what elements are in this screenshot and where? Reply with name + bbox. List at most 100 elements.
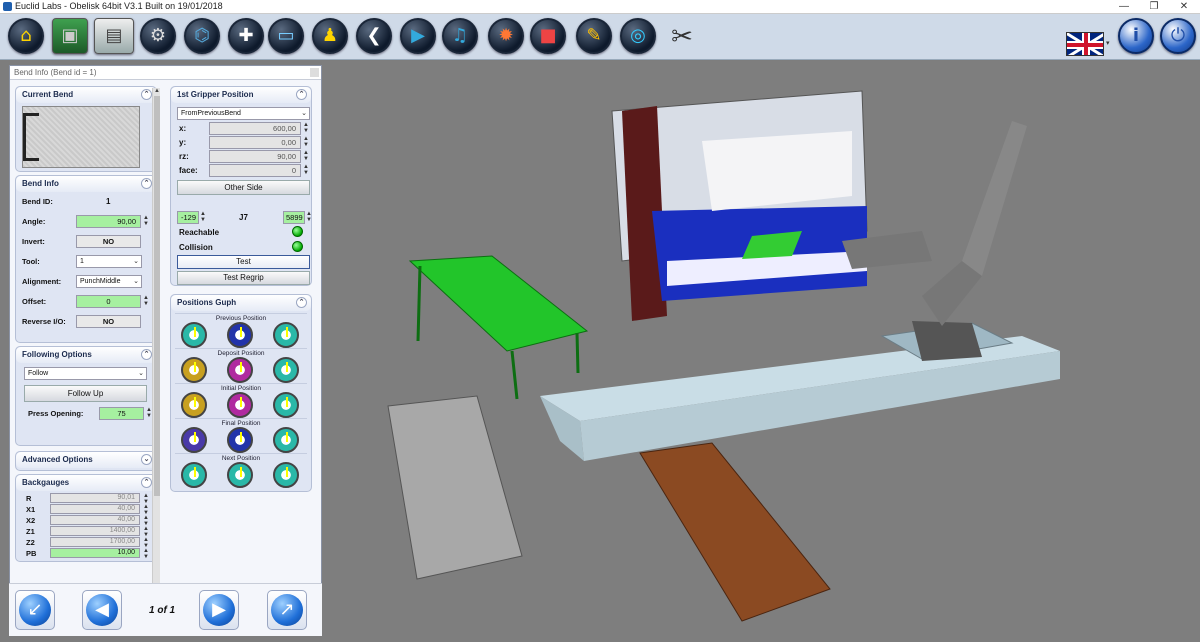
walker-icon[interactable]: ♟ bbox=[312, 18, 348, 54]
folders-icon[interactable]: ▣ bbox=[52, 18, 88, 54]
backgauge-label: R bbox=[26, 494, 32, 503]
previous-bend-button[interactable]: ◀ bbox=[82, 590, 122, 630]
scroll-thumb[interactable] bbox=[154, 96, 160, 496]
advanced-options-header[interactable]: Advanced Options ⌄ bbox=[16, 452, 156, 468]
joint-gauge bbox=[273, 427, 299, 453]
angle-field[interactable]: 90,00 bbox=[76, 215, 141, 228]
angle-stepper[interactable]: ▲ ▼ bbox=[143, 215, 149, 227]
j7-max-stepper[interactable]: ▲ ▼ bbox=[306, 211, 312, 223]
box-icon[interactable]: ■ bbox=[530, 18, 566, 54]
backgauge-value[interactable]: 1400,00 bbox=[50, 526, 140, 536]
gripper-mode-select[interactable]: FromPreviousBend ⌄ bbox=[177, 107, 310, 120]
left-column: Current Bend ⌃ Bend Info ⌃ Bend ID: 1 Angle… bbox=[15, 86, 157, 565]
play-icon[interactable]: ▶ bbox=[400, 18, 436, 54]
collapse-icon[interactable]: ⌃ bbox=[141, 477, 152, 488]
backgauge-row: R 90,01 ▲ ▼ bbox=[16, 493, 156, 505]
following-options-header[interactable]: Following Options ⌃ bbox=[16, 347, 156, 363]
gripper-header[interactable]: 1st Gripper Position ⌃ bbox=[171, 87, 311, 103]
collapse-icon[interactable]: ⌃ bbox=[141, 89, 152, 100]
backgauge-value[interactable]: 10,00 bbox=[50, 548, 140, 558]
backgauge-value[interactable]: 40,00 bbox=[50, 515, 140, 525]
y-stepper[interactable]: ▲ ▼ bbox=[303, 136, 309, 148]
collapse-icon[interactable]: ⌃ bbox=[296, 297, 307, 308]
left-scrollbar[interactable]: ▲▼ bbox=[152, 88, 160, 598]
collapse-icon[interactable]: ⌃ bbox=[296, 89, 307, 100]
follow-up-button[interactable]: Follow Up bbox=[24, 385, 147, 402]
j7-min-stepper[interactable]: ▲ ▼ bbox=[200, 211, 206, 223]
fire-icon[interactable]: ✹ bbox=[488, 18, 524, 54]
gear-part-icon[interactable]: ⚙ bbox=[140, 18, 176, 54]
x-stepper[interactable]: ▲ ▼ bbox=[303, 122, 309, 134]
info-icon[interactable]: i bbox=[1118, 18, 1154, 54]
uk-flag-icon[interactable] bbox=[1066, 32, 1104, 56]
face-stepper[interactable]: ▲ ▼ bbox=[303, 164, 309, 176]
joint-gauge bbox=[181, 462, 207, 488]
positions-graph-header[interactable]: Positions Guph ⌃ bbox=[171, 295, 311, 311]
backgauge-value[interactable]: 90,01 bbox=[50, 493, 140, 503]
first-bend-button[interactable]: ↙ bbox=[15, 590, 55, 630]
backgauge-stepper[interactable]: ▲ ▼ bbox=[143, 548, 149, 560]
panel-close-icon[interactable] bbox=[310, 68, 319, 77]
rz-field[interactable]: 90,00 bbox=[209, 150, 301, 163]
backgauges-header[interactable]: Backgauges ⌃ bbox=[16, 475, 156, 491]
test-button[interactable]: Test bbox=[177, 255, 310, 269]
positions-graph-title: Positions Guph bbox=[177, 298, 237, 307]
joint-gauge bbox=[181, 392, 207, 418]
press-opening-field[interactable]: 75 bbox=[99, 407, 144, 420]
gauge-list: Previous Position Deposit Position Initi… bbox=[171, 311, 311, 488]
scroll-up-icon[interactable]: ▲ bbox=[153, 88, 161, 94]
current-bend-header[interactable]: Current Bend ⌃ bbox=[16, 87, 156, 103]
offset-row: Offset: 0 ▲ ▼ bbox=[16, 292, 156, 312]
tools-icon[interactable]: ✂ bbox=[664, 20, 700, 56]
reverse-toggle[interactable]: NO bbox=[76, 315, 141, 328]
gamepad-icon[interactable]: ✚ bbox=[228, 18, 264, 54]
collapse-icon[interactable]: ⌃ bbox=[141, 178, 152, 189]
radar-icon[interactable]: ◎ bbox=[620, 18, 656, 54]
plug-icon[interactable]: ⏻ bbox=[1160, 18, 1196, 54]
current-bend-title: Current Bend bbox=[22, 90, 74, 99]
rz-label: rz: bbox=[179, 152, 189, 161]
test-regrip-button[interactable]: Test Regrip bbox=[177, 271, 310, 285]
wrench-icon[interactable]: ✎ bbox=[576, 18, 612, 54]
collapse-icon[interactable]: ⌃ bbox=[141, 349, 152, 360]
j7-min-field[interactable]: -129 bbox=[177, 211, 199, 224]
j7-max-field[interactable]: 5899 bbox=[283, 211, 305, 224]
expand-icon[interactable]: ⌄ bbox=[141, 454, 152, 465]
j7-label: J7 bbox=[239, 213, 248, 222]
y-field[interactable]: 0,00 bbox=[209, 136, 301, 149]
bend-arrow-icon[interactable]: ❮ bbox=[356, 18, 392, 54]
other-side-button[interactable]: Other Side bbox=[177, 180, 310, 195]
home-icon[interactable]: ⌂ bbox=[8, 18, 44, 54]
robot-cell-icon[interactable]: ⌬ bbox=[184, 18, 220, 54]
angle-label: Angle: bbox=[22, 217, 46, 226]
backgauge-value[interactable]: 40,00 bbox=[50, 504, 140, 514]
backgauge-value[interactable]: 1700,00 bbox=[50, 537, 140, 547]
gauge-row-deposit: Deposit Position bbox=[175, 348, 307, 383]
gauge-row-previous: Previous Position bbox=[175, 313, 307, 348]
tool-select[interactable]: 1 ⌄ bbox=[76, 255, 142, 268]
positions-graph-box: Positions Guph ⌃ Previous Position Deposi… bbox=[170, 294, 312, 492]
maximize-button[interactable]: ❐ bbox=[1140, 0, 1168, 14]
close-button[interactable]: ✕ bbox=[1170, 0, 1198, 14]
minimize-button[interactable]: — bbox=[1110, 0, 1138, 14]
robot-lower-arm bbox=[922, 261, 982, 326]
offset-stepper[interactable]: ▲ ▼ bbox=[143, 295, 149, 307]
rz-stepper[interactable]: ▲ ▼ bbox=[303, 150, 309, 162]
language-dropdown-arrow[interactable]: ▾ bbox=[1106, 39, 1110, 47]
invert-toggle[interactable]: NO bbox=[76, 235, 141, 248]
3d-viewport[interactable] bbox=[322, 61, 1200, 640]
backgauge-row: X2 40,00 ▲ ▼ bbox=[16, 515, 156, 527]
follow-mode-select[interactable]: Follow ⌄ bbox=[24, 367, 147, 380]
music-icon[interactable]: ♫ bbox=[442, 18, 478, 54]
offset-field[interactable]: 0 bbox=[76, 295, 141, 308]
joint-gauge bbox=[181, 322, 207, 348]
face-field[interactable]: 0 bbox=[209, 164, 301, 177]
last-bend-button[interactable]: ↗ bbox=[267, 590, 307, 630]
scanner-icon[interactable]: ▤ bbox=[94, 18, 134, 54]
next-bend-button[interactable]: ▶ bbox=[199, 590, 239, 630]
bend-info-header[interactable]: Bend Info ⌃ bbox=[16, 176, 156, 192]
gauge-needle bbox=[240, 467, 242, 477]
press-brake-icon[interactable]: ▭ bbox=[268, 18, 304, 54]
alignment-select[interactable]: PunchMiddle ⌄ bbox=[76, 275, 142, 288]
x-field[interactable]: 600,00 bbox=[209, 122, 301, 135]
